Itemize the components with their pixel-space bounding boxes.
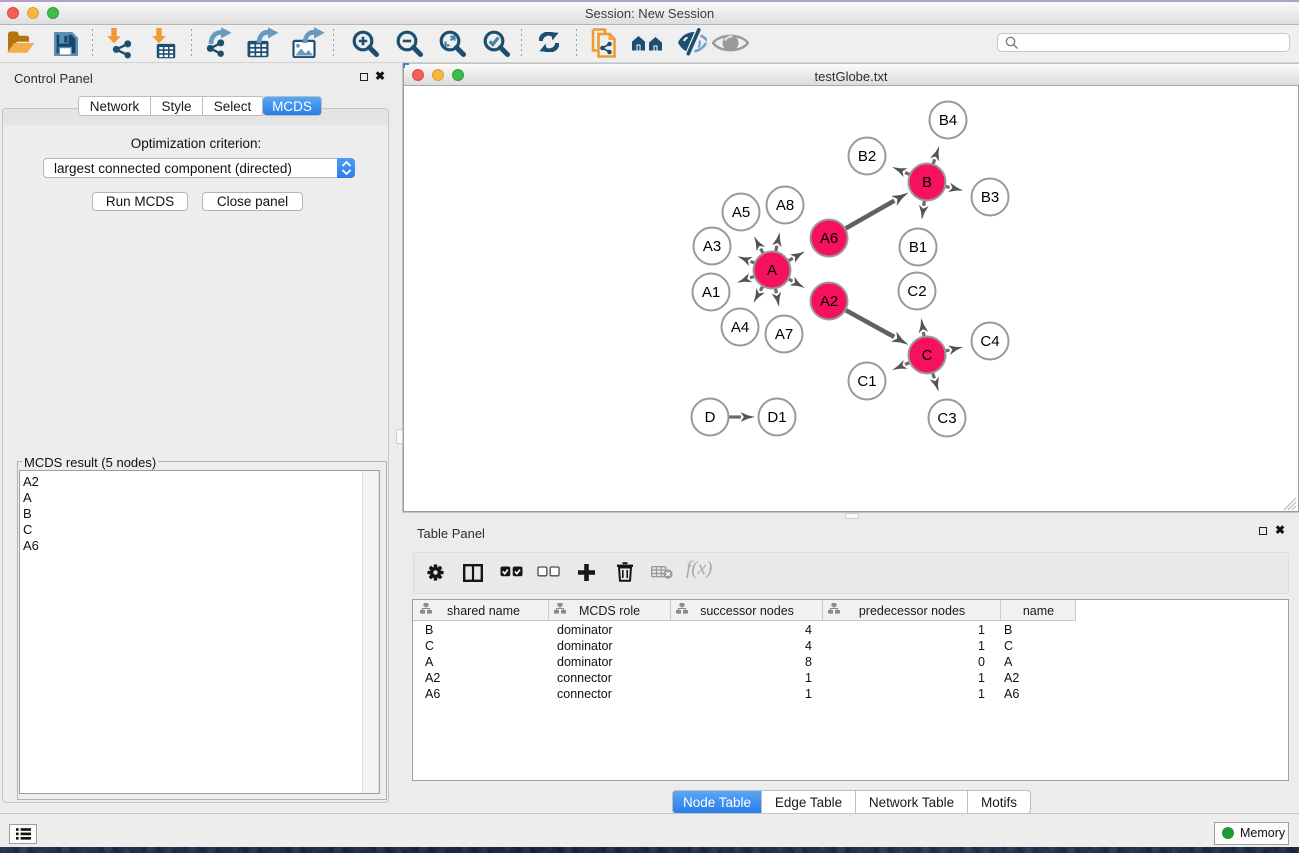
svg-text:C1: C1 bbox=[857, 373, 876, 390]
svg-text:A2: A2 bbox=[820, 293, 838, 310]
svg-text:C2: C2 bbox=[907, 283, 926, 300]
svg-text:B1: B1 bbox=[909, 239, 927, 256]
svg-text:C4: C4 bbox=[980, 333, 999, 350]
svg-text:A8: A8 bbox=[776, 197, 794, 214]
svg-text:B4: B4 bbox=[939, 112, 957, 129]
svg-text:C: C bbox=[922, 347, 933, 364]
svg-text:A7: A7 bbox=[775, 326, 793, 343]
svg-text:A5: A5 bbox=[732, 204, 750, 221]
svg-text:A4: A4 bbox=[731, 319, 749, 336]
svg-text:A: A bbox=[767, 262, 777, 279]
svg-text:A1: A1 bbox=[702, 284, 720, 301]
svg-text:B3: B3 bbox=[981, 189, 999, 206]
svg-text:A3: A3 bbox=[703, 238, 721, 255]
svg-text:A6: A6 bbox=[820, 230, 838, 247]
svg-text:D1: D1 bbox=[767, 409, 786, 426]
svg-text:B2: B2 bbox=[858, 148, 876, 165]
svg-text:D: D bbox=[705, 409, 716, 426]
svg-text:C3: C3 bbox=[937, 410, 956, 427]
svg-text:B: B bbox=[922, 174, 932, 191]
